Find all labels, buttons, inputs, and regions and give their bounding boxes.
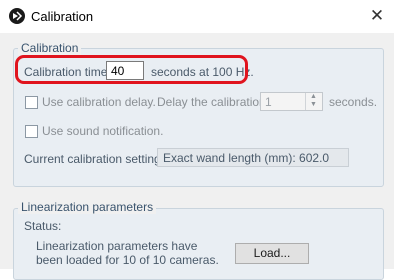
delay-spinbox[interactable]: 1 ▲ ▼ (260, 92, 323, 111)
calibration-legend: Calibration (18, 41, 82, 55)
title-bar: Calibration ✕ (0, 0, 394, 33)
status-label: Status: (24, 219, 62, 233)
load-button[interactable]: Load... (235, 243, 309, 264)
sound-checkbox[interactable] (25, 125, 38, 138)
calibration-time-suffix: seconds at 100 Hz. (151, 65, 254, 79)
calibration-time-label: Calibration time (24, 65, 108, 79)
status-line-1: Linearization parameters have (36, 239, 198, 253)
sound-label: Use sound notification. (42, 124, 164, 138)
use-delay-checkbox[interactable] (25, 96, 38, 109)
window-title: Calibration (31, 9, 94, 24)
linearization-legend: Linearization parameters (18, 200, 157, 214)
spin-arrows[interactable]: ▲ ▼ (305, 93, 322, 110)
use-delay-label: Use calibration delay. (42, 95, 156, 109)
app-icon (9, 8, 25, 24)
delay-unit: seconds. (329, 95, 378, 109)
current-settings-text: Exact wand length (mm): 602.0 (163, 151, 330, 165)
close-button[interactable]: ✕ (364, 4, 390, 28)
spin-down-icon[interactable]: ▼ (310, 101, 317, 109)
calibration-time-input[interactable] (106, 61, 144, 80)
status-line-2: been loaded for 10 of 10 cameras. (36, 253, 219, 267)
current-settings-value: Exact wand length (mm): 602.0 (157, 148, 349, 167)
current-settings-label: Current calibration settings: (24, 152, 171, 166)
close-icon: ✕ (369, 6, 385, 25)
spin-up-icon[interactable]: ▲ (310, 93, 317, 101)
delay-value: 1 (265, 95, 272, 109)
delay-label: Delay the calibration (157, 95, 266, 109)
